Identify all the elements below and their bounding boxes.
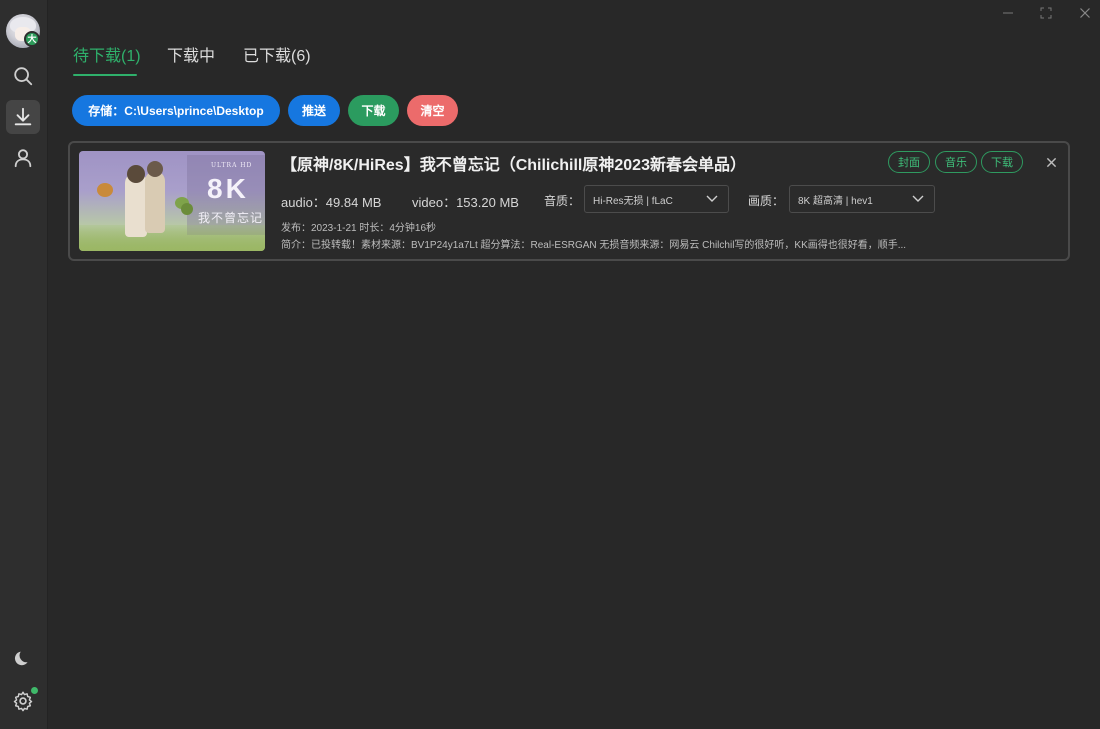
tab-downloaded-label: 已下载(6) <box>243 48 311 65</box>
push-button[interactable]: 推送 <box>288 95 340 126</box>
download-all-button[interactable]: 下载 <box>348 95 399 126</box>
tab-active-underline <box>73 74 137 76</box>
sidebar-item-search[interactable] <box>6 59 40 93</box>
gear-icon <box>13 691 33 712</box>
tab-downloading-label: 下载中 <box>167 48 216 65</box>
sidebar: 大 <box>0 0 48 729</box>
thumbnail-caption-cn: 我不曾忘记 <box>198 211 264 225</box>
thumbnail-figure-head-2 <box>147 161 163 177</box>
chevron-down-icon <box>706 195 718 202</box>
moon-icon <box>14 651 28 666</box>
settings-status-dot <box>31 687 38 694</box>
video-size: video：153.20 MB <box>412 195 519 210</box>
theme-toggle-button[interactable] <box>6 641 40 675</box>
remove-item-button[interactable] <box>1044 155 1058 169</box>
maximize-button[interactable] <box>1032 2 1060 24</box>
tab-pending-label: 待下载(1) <box>73 48 141 65</box>
tab-downloaded[interactable]: 已下载(6) <box>243 46 311 76</box>
thumbnail-figure-small <box>97 183 113 197</box>
download-tag-button[interactable]: 下载 <box>981 151 1023 173</box>
tab-downloading[interactable]: 下载中 <box>167 46 215 76</box>
maximize-icon <box>1040 7 1052 19</box>
item-description: 简介：已投转载！素材来源：BV1P24y1a7Lt 超分算法：Real-ESRG… <box>281 240 907 251</box>
storage-path-button[interactable]: 存储：C:\Users\prince\Desktop <box>72 95 280 126</box>
video-thumbnail[interactable]: ULTRA HD 8K 我不曾忘记 <box>79 151 265 251</box>
close-icon <box>1046 157 1056 167</box>
close-window-button[interactable] <box>1071 2 1099 24</box>
thumbnail-caption-small: ULTRA HD <box>211 162 253 169</box>
sidebar-item-user[interactable] <box>6 141 40 175</box>
search-icon <box>14 67 33 86</box>
app-window: 大 待下载(1) 下载中 已下载(6) 存储：C:\Users\prince\D… <box>0 0 1100 729</box>
close-icon <box>1080 8 1090 18</box>
chevron-down-icon <box>912 195 924 202</box>
audio-quality-value: Hi-Res无损 | fLaC <box>593 195 673 207</box>
user-icon <box>14 149 32 168</box>
tab-pending[interactable]: 待下载(1) <box>73 46 141 76</box>
thumbnail-plant-2 <box>181 203 193 215</box>
audio-quality-label: 音质： <box>544 194 581 208</box>
clear-button[interactable]: 清空 <box>407 95 458 126</box>
thumbnail-figure-body-2 <box>145 171 165 233</box>
video-quality-label: 画质： <box>748 194 785 208</box>
thumbnail-caption-big: 8K <box>207 173 249 204</box>
item-title: 【原神/8K/HiRes】我不曾忘记（Chilichill原神2023新春会单品… <box>281 157 746 174</box>
download-item-card: ULTRA HD 8K 我不曾忘记 【原神/8K/HiRes】我不曾忘记（Chi… <box>68 141 1070 261</box>
audio-quality-select[interactable]: Hi-Res无损 | fLaC <box>584 185 729 213</box>
audio-size: audio：49.84 MB <box>281 195 382 210</box>
video-quality-select[interactable]: 8K 超高清 | hev1 <box>789 185 935 213</box>
thumbnail-grass <box>79 225 265 251</box>
cover-tag-button[interactable]: 封面 <box>888 151 930 173</box>
minimize-icon <box>1003 12 1013 14</box>
avatar-badge: 大 <box>24 31 40 47</box>
publish-info: 发布：2023-1-21 时长：4分钟16秒 <box>281 223 437 234</box>
minimize-button[interactable] <box>994 2 1022 24</box>
download-icon <box>14 107 32 126</box>
thumbnail-figure-head-1 <box>127 165 145 183</box>
video-quality-value: 8K 超高清 | hev1 <box>798 195 873 207</box>
music-tag-button[interactable]: 音乐 <box>935 151 977 173</box>
sidebar-item-download[interactable] <box>6 100 40 134</box>
